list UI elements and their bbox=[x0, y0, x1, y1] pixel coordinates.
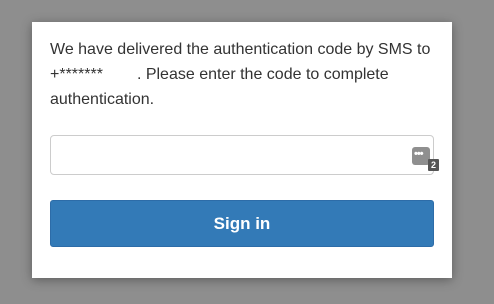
sign-in-button[interactable]: Sign in bbox=[50, 200, 434, 247]
password-manager-dots: ••• bbox=[414, 148, 424, 160]
sms-code-message: We have delivered the authentication cod… bbox=[50, 37, 442, 112]
authentication-code-input[interactable] bbox=[50, 135, 434, 175]
authentication-dialog: We have delivered the authentication cod… bbox=[32, 22, 452, 278]
password-manager-count-badge: 2 bbox=[428, 159, 439, 171]
password-manager-button[interactable]: ••• 2 bbox=[412, 147, 440, 173]
